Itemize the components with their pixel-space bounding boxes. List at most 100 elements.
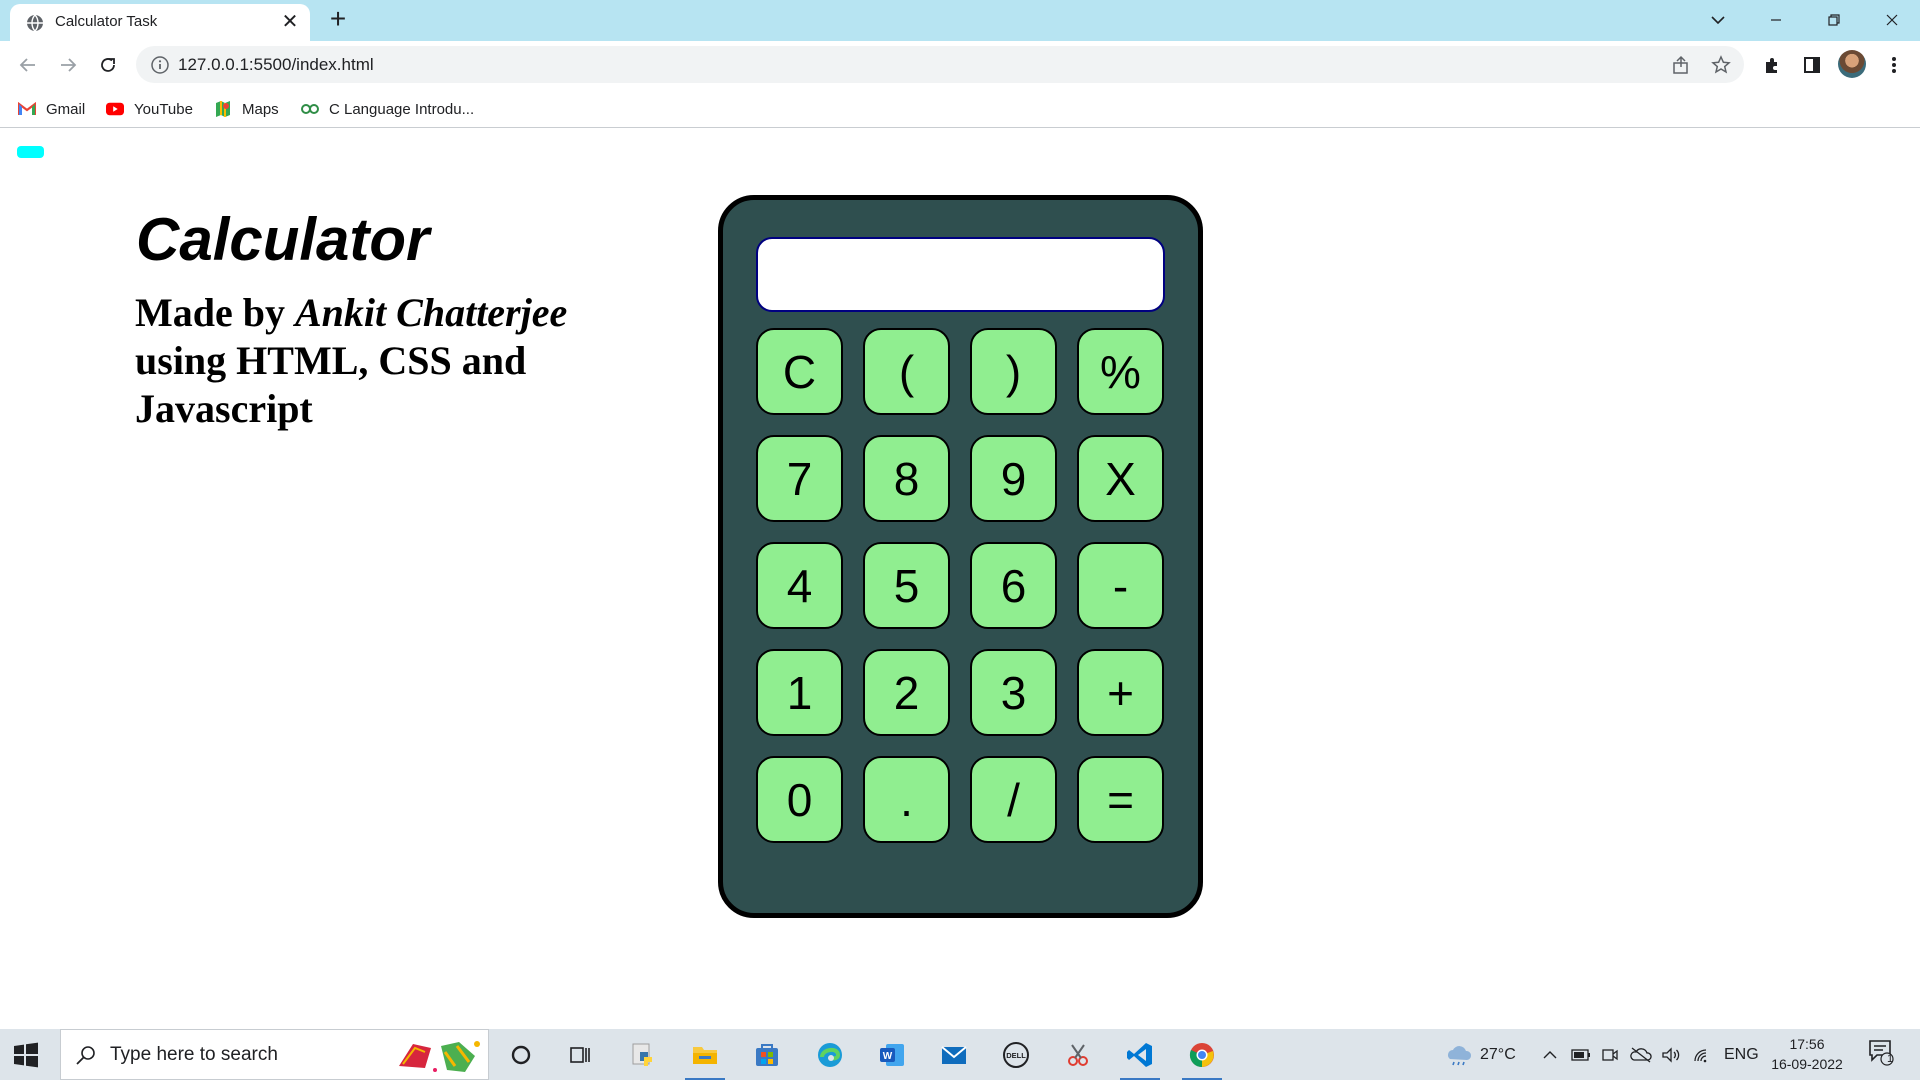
key-plus[interactable]: + (1077, 649, 1164, 736)
show-hidden-icons-chevron-icon[interactable] (1542, 1043, 1558, 1067)
key-6[interactable]: 6 (970, 542, 1057, 629)
restore-icon (1828, 14, 1840, 26)
bookmark-star-icon[interactable] (1710, 54, 1732, 76)
edge-icon[interactable] (810, 1035, 850, 1075)
bookmark-maps[interactable]: Maps (214, 98, 279, 120)
weather-widget[interactable]: 27°C (1444, 1043, 1516, 1067)
url-text[interactable]: 127.0.0.1:5500/index.html (178, 55, 374, 75)
key-1[interactable]: 1 (756, 649, 843, 736)
key-decimal[interactable]: . (863, 756, 950, 843)
mail-icon[interactable] (934, 1035, 974, 1075)
side-panel-icon[interactable] (1796, 49, 1828, 81)
extensions-icon[interactable] (1756, 49, 1788, 81)
key-divide[interactable]: / (970, 756, 1057, 843)
reload-button[interactable] (92, 49, 124, 81)
svg-text:DELL: DELL (1006, 1051, 1026, 1060)
wifi-icon[interactable] (1692, 1043, 1712, 1067)
key-4[interactable]: 4 (756, 542, 843, 629)
profile-avatar[interactable] (1838, 50, 1866, 78)
close-tab-icon[interactable]: ✕ (278, 10, 302, 34)
key-8[interactable]: 8 (863, 435, 950, 522)
task-view-icon[interactable] (560, 1035, 600, 1075)
credits-prefix: Made by (135, 290, 295, 335)
bookmark-label: Maps (242, 100, 279, 118)
key-open-paren[interactable]: ( (863, 328, 950, 415)
microsoft-store-icon[interactable] (747, 1035, 787, 1075)
notification-count: 1 (1886, 1053, 1894, 1065)
key-0[interactable]: 0 (756, 756, 843, 843)
bookmark-gmail[interactable]: Gmail (18, 98, 85, 120)
key-7[interactable]: 7 (756, 435, 843, 522)
clock-date: 16-09-2022 (1771, 1056, 1843, 1072)
key-2[interactable]: 2 (863, 649, 950, 736)
weather-temp: 27°C (1480, 1046, 1516, 1063)
author-name: Ankit Chatterjee (295, 290, 568, 335)
bookmark-c-language[interactable]: C Language Introdu... (301, 98, 474, 120)
maps-icon (214, 100, 232, 118)
word-icon[interactable]: W (872, 1035, 912, 1075)
key-equals[interactable]: = (1077, 756, 1164, 843)
key-percent[interactable]: % (1077, 328, 1164, 415)
gmail-icon (18, 100, 36, 118)
browser-toolbar: 127.0.0.1:5500/index.html (0, 41, 1920, 89)
notifications-button[interactable]: 1 (1866, 1040, 1896, 1066)
cortana-icon[interactable] (501, 1035, 541, 1075)
onedrive-offline-icon[interactable] (1630, 1043, 1652, 1067)
close-window-button[interactable] (1864, 0, 1920, 40)
calculator-keypad: C ( ) % 7 8 9 X 4 5 6 - 1 2 3 + 0 . / = (756, 328, 1165, 843)
key-9[interactable]: 9 (970, 435, 1057, 522)
weather-cloud-icon (1448, 1046, 1472, 1066)
arrow-right-icon (61, 58, 77, 72)
bookmark-label: C Language Introdu... (329, 100, 475, 118)
minimize-button[interactable] (1748, 0, 1804, 40)
bookmarks-bar: Gmail YouTube Maps C Language Introdu... (0, 89, 1920, 128)
page-title: Calculator (136, 206, 430, 273)
system-clock[interactable]: 17:56 16-09-2022 (1762, 1034, 1852, 1074)
credits-text: Made by Ankit Chatterjee using HTML, CSS… (135, 289, 615, 433)
battery-icon[interactable] (1571, 1043, 1591, 1067)
meet-camera-icon[interactable] (1601, 1043, 1619, 1067)
search-highlight-icon (399, 1041, 480, 1072)
key-3[interactable]: 3 (970, 649, 1057, 736)
forward-button[interactable] (52, 49, 84, 81)
menu-kebab-icon[interactable] (1878, 49, 1910, 81)
minimize-icon (1771, 19, 1781, 21)
youtube-icon (106, 100, 124, 118)
reload-icon (101, 58, 115, 72)
vscode-icon[interactable] (1120, 1035, 1160, 1080)
close-icon (1886, 14, 1898, 26)
snipping-tool-icon[interactable] (1058, 1035, 1098, 1075)
chevron-down-icon (1711, 16, 1725, 25)
taskbar-search[interactable]: Type here to search (60, 1029, 489, 1080)
key-minus[interactable]: - (1077, 542, 1164, 629)
globe-icon (27, 14, 43, 32)
windows-start-icon[interactable] (12, 1041, 40, 1069)
address-bar[interactable]: 127.0.0.1:5500/index.html (136, 46, 1744, 83)
tab-title: Calculator Task (55, 13, 158, 30)
key-clear[interactable]: C (756, 328, 843, 415)
python-icon[interactable] (623, 1035, 663, 1075)
gfg-icon (301, 100, 319, 118)
chrome-icon[interactable] (1182, 1035, 1222, 1080)
dell-icon[interactable]: DELL (996, 1035, 1036, 1075)
volume-icon[interactable] (1661, 1043, 1681, 1067)
calculator-display[interactable] (756, 237, 1165, 312)
key-multiply[interactable]: X (1077, 435, 1164, 522)
taskbar: Type here to search W DELL 27°C ENG 17:5… (0, 1029, 1920, 1080)
share-icon[interactable] (1670, 54, 1692, 76)
input-language[interactable]: ENG (1724, 1043, 1759, 1067)
bookmark-youtube[interactable]: YouTube (106, 98, 193, 120)
bookmark-label: Gmail (46, 100, 86, 118)
new-tab-button[interactable]: + (324, 5, 352, 34)
key-close-paren[interactable]: ) (970, 328, 1057, 415)
info-icon[interactable] (150, 55, 170, 75)
key-5[interactable]: 5 (863, 542, 950, 629)
back-button[interactable] (12, 49, 44, 81)
browser-tab[interactable]: Calculator Task ✕ (10, 4, 310, 41)
restore-button[interactable] (1806, 0, 1862, 40)
tab-search-button[interactable] (1690, 0, 1746, 40)
tab-strip: Calculator Task ✕ + (0, 0, 1920, 41)
credits-suffix: using HTML, CSS and Javascript (135, 338, 527, 431)
accent-bar (17, 146, 44, 158)
file-explorer-icon[interactable] (685, 1035, 725, 1080)
